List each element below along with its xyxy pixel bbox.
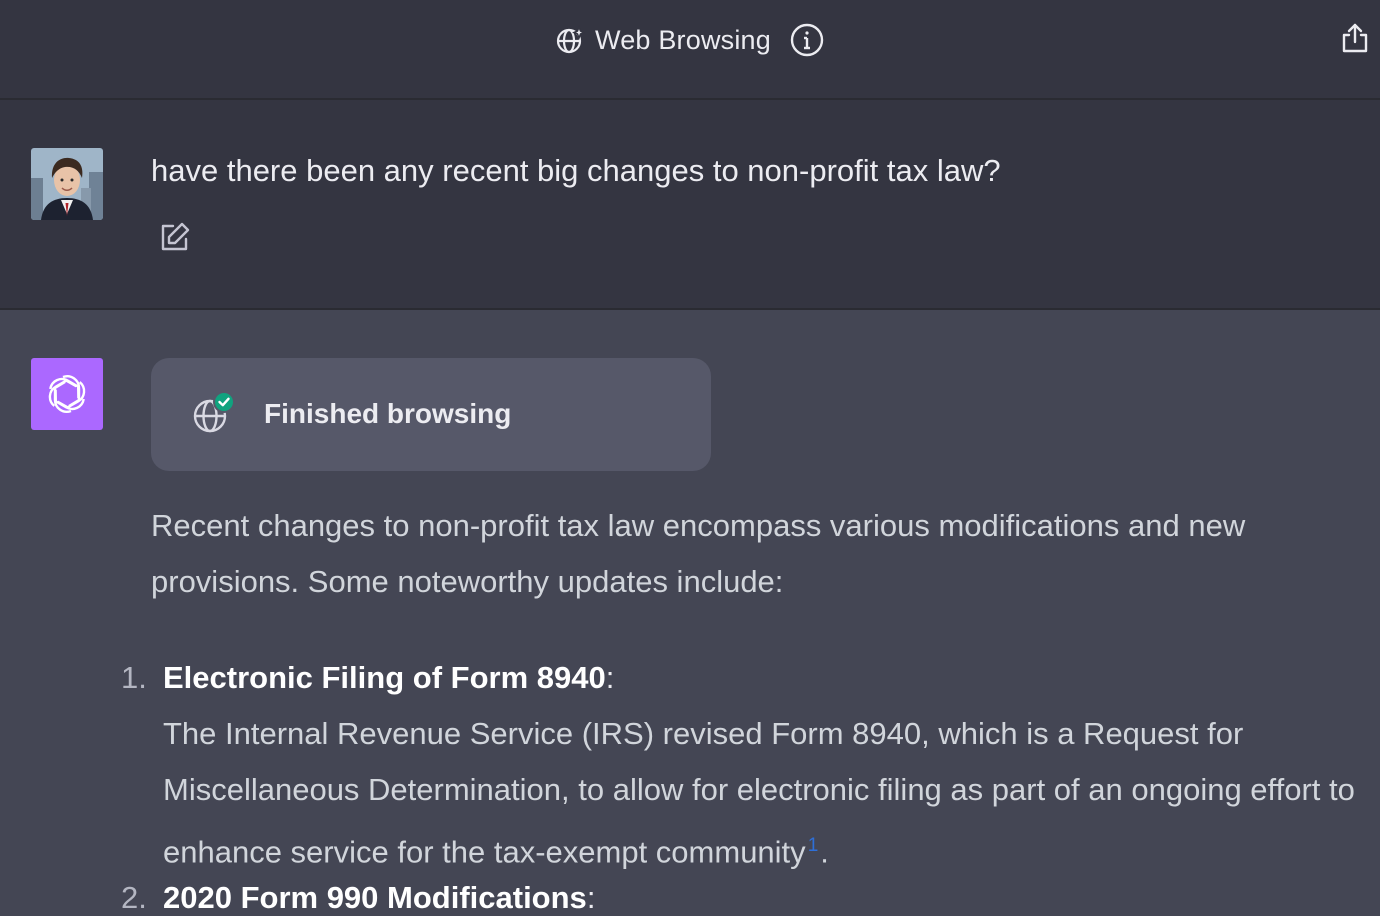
mode-header: Web Browsing: [0, 20, 1380, 60]
list-item-body-end: .: [820, 834, 829, 870]
user-message-text: have there been any recent big changes t…: [151, 153, 1001, 188]
list-item-body-text: The Internal Revenue Service (IRS) revis…: [163, 716, 1355, 870]
list-item-heading: 2020 Form 990 Modifications:: [163, 880, 595, 916]
user-avatar: [31, 148, 103, 220]
edit-icon[interactable]: [158, 220, 192, 254]
mode-title: Web Browsing: [595, 24, 771, 55]
assistant-avatar: [31, 358, 103, 430]
list-number: 2.: [121, 880, 147, 915]
assistant-intro-text: Recent changes to non-profit tax law enc…: [151, 508, 1246, 599]
info-icon[interactable]: [789, 22, 825, 58]
globe-sparkle-icon: [555, 25, 585, 55]
list-item-body: The Internal Revenue Service (IRS) revis…: [163, 706, 1373, 880]
list-number: 1.: [121, 660, 147, 695]
globe-check-icon: [190, 390, 238, 438]
list-item-title: Electronic Filing of Form 8940: [163, 660, 606, 695]
citation-link[interactable]: 1: [808, 835, 819, 856]
top-bar: Web Browsing: [0, 0, 1380, 100]
browsing-status-label: Finished browsing: [264, 398, 512, 429]
user-message-row: have there been any recent big changes t…: [0, 100, 1380, 310]
list-item-title-suffix: :: [605, 660, 615, 695]
list-item-heading: Electronic Filing of Form 8940:: [163, 660, 614, 696]
share-icon[interactable]: [1340, 22, 1370, 54]
